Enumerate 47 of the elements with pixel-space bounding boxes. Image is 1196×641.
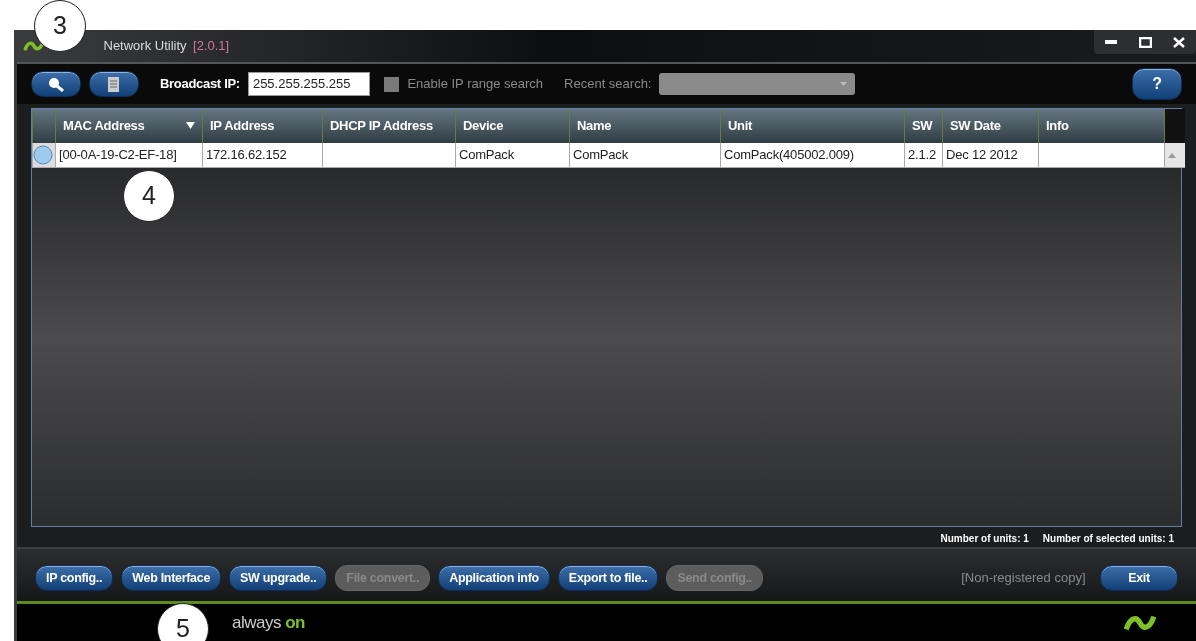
action-button[interactable]: SW upgrade.. (229, 564, 328, 592)
table-cell: 2.1.2 (904, 143, 943, 167)
selected-units-count: Number of selected units: 1 (1042, 532, 1174, 546)
sort-caret-icon (186, 122, 195, 130)
dropdown-caret-icon (840, 82, 848, 86)
column-header[interactable]: SW Date (942, 109, 1039, 143)
table-cell: Dec 12 2012 (942, 143, 1039, 167)
action-button[interactable]: IP config.. (35, 564, 114, 592)
column-header[interactable]: MAC Address (55, 109, 203, 143)
action-button[interactable]: Export to file.. (557, 564, 659, 592)
brand-text: always on (232, 611, 305, 634)
range-search-checkbox[interactable] (384, 76, 400, 92)
table-cell: ComPack (455, 143, 570, 167)
registration-label: [Non-registered copy] (961, 569, 1086, 588)
logo-icon (23, 39, 45, 53)
recent-search-label: Recent search: (564, 75, 652, 94)
column-header[interactable]: Device (455, 109, 570, 143)
column-header[interactable]: IP Address (202, 109, 323, 143)
window-title: Network Utility (102, 37, 187, 56)
broadcast-ip-field[interactable]: 255.255.255.255 (247, 72, 370, 96)
column-header[interactable]: Info (1038, 109, 1165, 143)
document-button[interactable] (89, 70, 139, 98)
units-count: Number of units: 1 (940, 532, 1029, 546)
row-header (32, 109, 56, 143)
help-button[interactable]: ? (1132, 68, 1182, 100)
action-button[interactable]: Web Interface (121, 564, 222, 592)
version-label: [2.0.1] (193, 37, 230, 56)
search-icon (47, 76, 65, 93)
column-header[interactable]: DHCP IP Address (322, 109, 456, 143)
exit-button[interactable]: Exit (1100, 564, 1178, 592)
column-header[interactable]: SW (904, 109, 943, 143)
search-button[interactable] (31, 70, 81, 98)
table-cell: 172.16.62.152 (202, 143, 323, 167)
column-header[interactable]: Unit (720, 109, 905, 143)
range-search-label: Enable IP range search (407, 75, 544, 94)
table-cell: ComPack(405002.009) (720, 143, 905, 167)
table-cell: ComPack (569, 143, 721, 167)
close-icon (1173, 36, 1185, 48)
callout-number: 3 (34, 0, 86, 52)
table-cell: [00-0A-19-C2-EF-18] (55, 143, 203, 167)
column-header[interactable]: Name (569, 109, 721, 143)
broadcast-label: Broadcast IP: (160, 75, 240, 94)
document-icon (106, 75, 122, 93)
row-indicator-icon (33, 145, 53, 166)
minimize-icon (1105, 40, 1117, 44)
maximize-icon (1138, 36, 1152, 48)
action-button[interactable]: Application info (438, 564, 550, 592)
